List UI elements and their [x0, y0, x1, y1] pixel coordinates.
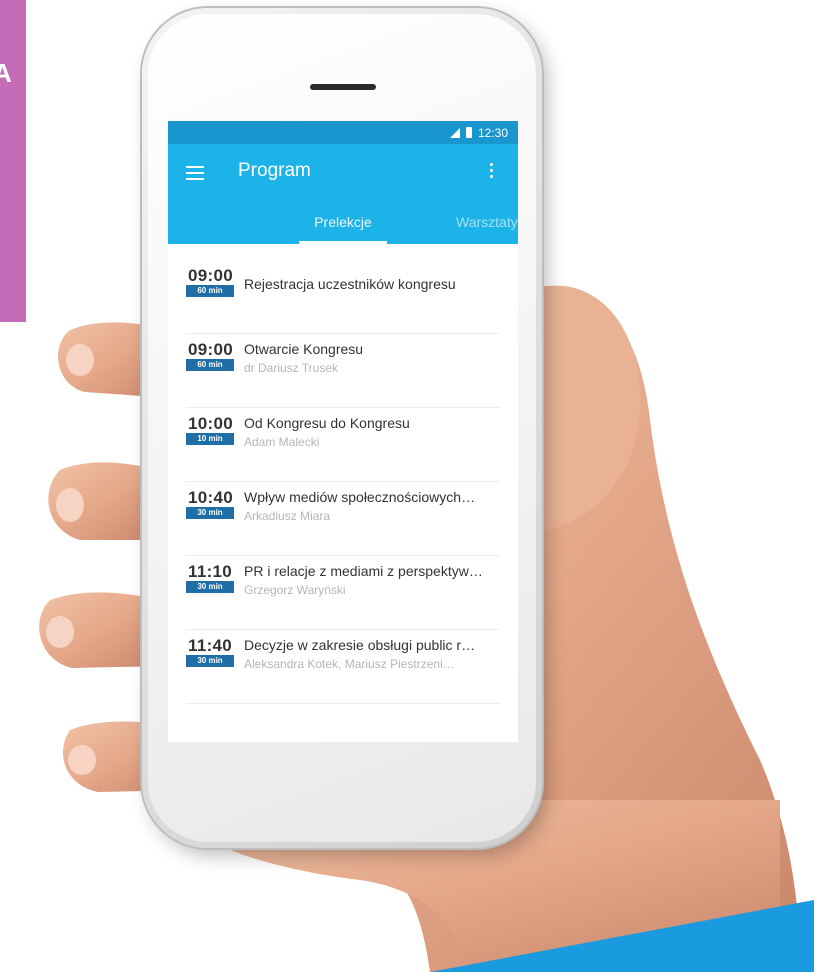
page-title: Program — [238, 160, 311, 181]
status-bar: 12:30 — [168, 121, 518, 144]
session-speaker: Aleksandra Kotek, Mariusz Piestrzeni… — [244, 657, 455, 671]
list-item[interactable]: 11:40 30 min Decyzje w zakresie obsługi … — [186, 630, 500, 704]
session-time: 10:40 — [188, 488, 233, 507]
session-title: PR i relacje z mediami z perspektyw… — [244, 563, 483, 579]
app-bar: Program Prelekcje Warsztaty — [168, 144, 518, 244]
list-item[interactable]: 09:00 60 min Rejestracja uczestników kon… — [186, 260, 500, 334]
list-item[interactable]: 10:00 10 min Od Kongresu do Kongresu Ada… — [186, 408, 500, 482]
signal-icon — [449, 127, 460, 138]
session-title: Otwarcie Kongresu — [244, 341, 364, 357]
session-speaker: Arkadiusz Miara — [244, 509, 331, 523]
session-time: 09:00 — [188, 340, 233, 359]
more-options-icon[interactable] — [490, 163, 494, 181]
duration-badge: 30 min — [186, 507, 234, 519]
session-time: 11:10 — [188, 562, 233, 581]
tab-warsztaty[interactable]: Warsztaty — [456, 214, 518, 230]
session-title: Od Kongresu do Kongresu — [244, 415, 410, 431]
list-item[interactable]: 10:40 30 min Wpływ mediów społecznościow… — [186, 482, 500, 556]
phone-speaker — [310, 84, 376, 90]
tab-indicator — [299, 241, 387, 244]
hamburger-menu-icon[interactable] — [186, 166, 204, 180]
duration-badge: 60 min — [186, 359, 234, 371]
session-time: 11:40 — [188, 636, 233, 655]
list-item[interactable]: 09:00 60 min Otwarcie Kongresu dr Darius… — [186, 334, 500, 408]
status-clock: 12:30 — [477, 125, 508, 140]
session-speaker: Grzegorz Waryński — [244, 583, 346, 597]
session-speaker: dr Dariusz Trusek — [244, 361, 339, 375]
session-title: Wpływ mediów społecznościowych… — [244, 489, 476, 505]
duration-badge: 60 min — [186, 285, 234, 297]
session-list: 09:00 60 min Rejestracja uczestników kon… — [168, 244, 518, 704]
battery-icon — [465, 127, 472, 138]
session-time: 10:00 — [188, 414, 233, 433]
session-speaker: Adam Malecki — [244, 435, 320, 449]
list-item[interactable]: 11:10 30 min PR i relacje z mediami z pe… — [186, 556, 500, 630]
session-title: Decyzje w zakresie obsługi public r… — [244, 637, 476, 653]
tab-prelekcje[interactable]: Prelekcje — [299, 214, 387, 230]
duration-badge: 10 min — [186, 433, 234, 445]
app-screen: 12:30 Program Prelekcje Warsztaty 09:00 … — [168, 121, 518, 742]
session-time: 09:00 — [188, 266, 233, 285]
duration-badge: 30 min — [186, 655, 234, 667]
duration-badge: 30 min — [186, 581, 234, 593]
session-title: Rejestracja uczestników kongresu — [244, 276, 456, 292]
